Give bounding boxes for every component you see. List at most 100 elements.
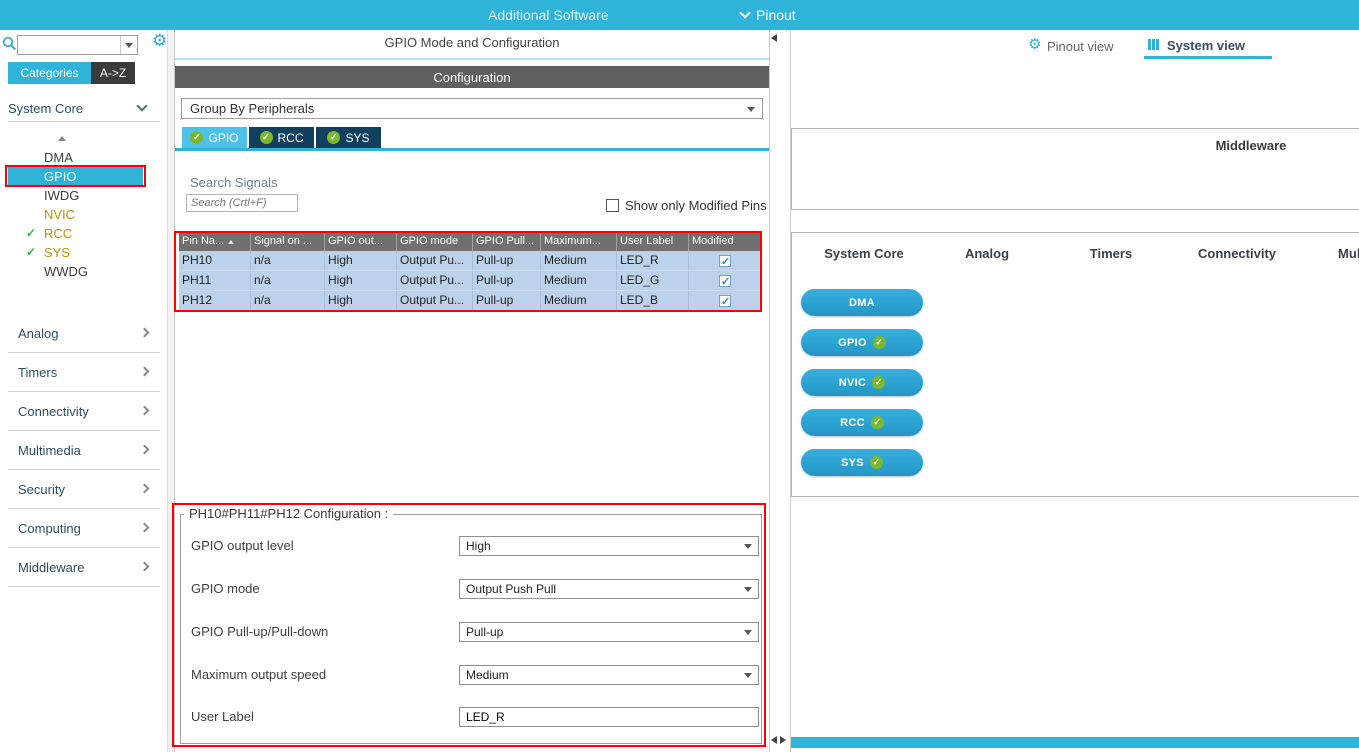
sidebar-category-computing[interactable]: Computing	[8, 509, 160, 548]
table-row-ph11[interactable]: PH11 n/a High Output Pu... Pull-up Mediu…	[179, 271, 761, 291]
sidebar-item-dma[interactable]: DMA	[8, 148, 143, 167]
column-header-gpio-mode[interactable]: GPIO mode	[397, 232, 473, 251]
tab-categories[interactable]: Categories	[8, 62, 91, 84]
check-circle-icon	[327, 131, 341, 144]
table-row-ph10[interactable]: PH10 n/a High Output Pu... Pull-up Mediu…	[179, 251, 761, 271]
button-rcc[interactable]: RCC	[801, 409, 923, 436]
gpio-output-level-select[interactable]: High	[459, 536, 759, 556]
column-header-gpio-pull[interactable]: GPIO Pull...	[473, 232, 541, 251]
chevron-down-icon	[744, 544, 752, 549]
sidebar-group-system-core[interactable]: System Core	[8, 96, 160, 122]
table-row-ph12[interactable]: PH12 n/a High Output Pu... Pull-up Mediu…	[179, 291, 761, 311]
cell-user-label: LED_B	[617, 291, 689, 310]
system-view-panel: ⚙ Pinout view System view Middleware Sys…	[790, 30, 1359, 752]
cell-pin-name: PH12	[179, 291, 251, 310]
chevron-down-icon	[744, 587, 752, 592]
cell-signal-on: n/a	[251, 271, 325, 290]
chevron-down-icon	[739, 7, 751, 19]
cell-modified	[689, 291, 761, 310]
cell-modified	[689, 271, 761, 290]
button-sys[interactable]: SYS	[801, 449, 923, 476]
sidebar-item-sys[interactable]: SYS	[8, 243, 143, 262]
cell-maximum: Medium	[541, 271, 617, 290]
cell-signal-on: n/a	[251, 291, 325, 310]
menu-additional-software[interactable]: Additional Software	[488, 7, 609, 23]
sidebar-item-rcc[interactable]: RCC	[8, 224, 143, 243]
configuration-section-header: Configuration	[175, 66, 769, 88]
column-header-gpio-output[interactable]: GPIO out...	[325, 232, 397, 251]
user-label-input-wrap	[459, 707, 759, 727]
sidebar-category-middleware[interactable]: Middleware	[8, 548, 160, 587]
bottom-accent-bar	[791, 737, 1359, 748]
user-label-input[interactable]	[466, 710, 736, 724]
column-header-signal-on[interactable]: Signal on ...	[251, 232, 325, 251]
peripheral-search-combobox[interactable]	[17, 35, 138, 55]
splitter-collapse-bottom-icon[interactable]	[771, 736, 777, 744]
peripheral-search-input[interactable]	[20, 37, 120, 53]
cell-modified	[689, 251, 761, 270]
button-dma[interactable]: DMA	[801, 289, 923, 316]
splitter-expand-bottom-icon[interactable]	[780, 736, 786, 744]
cell-gpio-mode: Output Pu...	[397, 291, 473, 310]
combobox-dropdown-button[interactable]	[120, 36, 137, 54]
cell-gpio-pull: Pull-up	[473, 251, 541, 270]
search-icon	[2, 36, 17, 54]
chevron-right-icon	[139, 444, 150, 455]
chevron-down-icon	[125, 42, 133, 48]
column-header-pin-name[interactable]: Pin Na...	[179, 232, 251, 251]
tab-rcc[interactable]: RCC	[249, 127, 314, 148]
column-header-user-label[interactable]: User Label	[617, 232, 689, 251]
tab-sys[interactable]: SYS	[316, 127, 381, 148]
gpio-mode-select[interactable]: Output Push Pull	[459, 579, 759, 599]
column-header-analog: Analog	[964, 246, 1010, 261]
sidebar-item-iwdg[interactable]: IWDG	[8, 186, 143, 205]
modified-checkbox[interactable]	[719, 253, 731, 270]
tab-pinout-view[interactable]: Pinout view	[1047, 39, 1113, 54]
chevron-right-icon	[139, 561, 150, 572]
splitter-collapse-top-icon[interactable]	[771, 34, 777, 42]
menu-pinout[interactable]: Pinout	[739, 7, 796, 23]
tab-a-to-z[interactable]: A->Z	[91, 62, 135, 84]
sidebar-category-security[interactable]: Security	[8, 470, 160, 509]
check-circle-icon	[872, 376, 886, 389]
sidebar-category-analog[interactable]: Analog	[8, 314, 160, 353]
chevron-right-icon	[139, 327, 150, 338]
show-only-modified-checkbox[interactable]	[606, 199, 619, 212]
search-signals-input[interactable]	[186, 194, 298, 212]
sidebar-item-nvic[interactable]: NVIC	[8, 205, 143, 224]
list-scroll-up-icon[interactable]	[58, 136, 66, 141]
check-icon	[26, 224, 36, 243]
button-nvic[interactable]: NVIC	[801, 369, 923, 396]
peripherals-sidebar: ⚙ Categories A->Z System Core DMA GPIO I…	[0, 30, 167, 752]
system-view-icon	[1148, 39, 1159, 50]
modified-checkbox[interactable]	[719, 273, 731, 290]
active-tab-underline	[1144, 56, 1272, 59]
group-by-select[interactable]: Group By Peripherals	[181, 98, 763, 119]
button-gpio[interactable]: GPIO	[801, 329, 923, 356]
tab-system-view[interactable]: System view	[1167, 38, 1245, 53]
maximum-output-speed-select[interactable]: Medium	[459, 665, 759, 685]
system-core-label: System Core	[8, 101, 84, 116]
tab-underline	[175, 148, 769, 151]
column-header-timers: Timers	[1089, 246, 1133, 261]
sidebar-category-timers[interactable]: Timers	[8, 353, 160, 392]
sidebar-category-multimedia[interactable]: Multimedia	[8, 431, 160, 470]
cell-gpio-pull: Pull-up	[473, 291, 541, 310]
column-header-modified[interactable]: Modified	[689, 232, 761, 251]
modified-checkbox[interactable]	[719, 293, 731, 310]
sidebar-item-wwdg[interactable]: WWDG	[8, 262, 143, 281]
stm32cubemx-window: Additional Software Pinout ⚙ Categories …	[0, 0, 1359, 752]
tab-gpio[interactable]: GPIO	[182, 127, 247, 148]
sidebar-category-connectivity[interactable]: Connectivity	[8, 392, 160, 431]
cell-user-label: LED_G	[617, 271, 689, 290]
gear-icon[interactable]: ⚙	[152, 31, 167, 51]
sidebar-scrollbar[interactable]	[167, 30, 174, 752]
pinout-view-icon: ⚙	[1028, 36, 1042, 53]
chevron-right-icon	[139, 483, 150, 494]
check-icon	[26, 243, 36, 262]
check-circle-icon	[870, 416, 884, 429]
gpio-pull-select[interactable]: Pull-up	[459, 622, 759, 642]
sidebar-item-gpio[interactable]: GPIO	[8, 167, 143, 186]
column-header-maximum[interactable]: Maximum...	[541, 232, 617, 251]
cell-gpio-output: High	[325, 291, 397, 310]
